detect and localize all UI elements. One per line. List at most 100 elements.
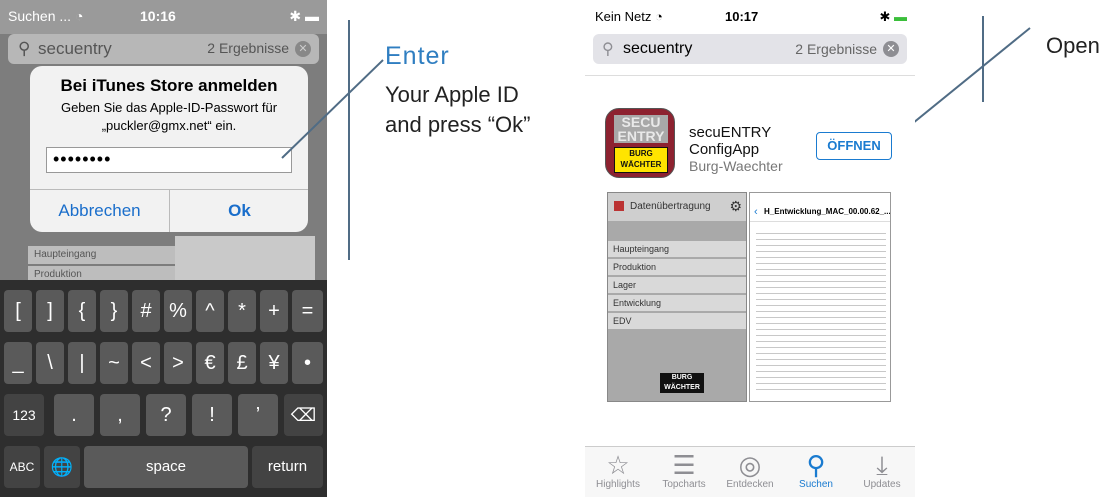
key[interactable]: [ (4, 290, 32, 332)
carrier-label: Kein Netz ◔ (595, 9, 663, 24)
clock: 10:17 (725, 9, 759, 24)
results-count: 2 Ergebnisse (207, 40, 289, 56)
tab-label: Highlights (596, 479, 640, 490)
list-item: EDV (608, 313, 746, 330)
list-item: Haupteingang (608, 241, 746, 258)
key[interactable]: } (100, 290, 128, 332)
key[interactable]: ¥ (260, 342, 288, 384)
key[interactable]: • (292, 342, 323, 384)
search-query: secuentry (38, 39, 112, 58)
screenshot-title: H_Entwicklung_MAC_00.00.62_... (764, 207, 891, 216)
app-icon-secu-text: SECU ENTRY (614, 115, 668, 143)
key[interactable]: * (228, 290, 256, 332)
app-screenshot[interactable]: Datenübertragung ⚙ Haupteingang Produkti… (607, 192, 747, 402)
key[interactable]: ! (192, 394, 232, 436)
clear-icon[interactable]: ✕ (883, 41, 899, 57)
key[interactable]: _ (4, 342, 32, 384)
return-key[interactable]: return (252, 446, 323, 488)
screenshot-header: Datenübertragung ⚙ (608, 193, 746, 221)
battery-icon: ✱ ▬ (289, 8, 319, 24)
space-key[interactable]: space (84, 446, 248, 488)
list-item: Entwicklung (608, 295, 746, 312)
burg-waechter-logo: BURG WÄCHTER (614, 147, 668, 173)
tab-updates[interactable]: ⤓ Updates (849, 449, 915, 490)
app-developer: Burg-Waechter (689, 158, 783, 174)
password-field[interactable]: •••••••• (46, 147, 292, 173)
key[interactable]: { (68, 290, 96, 332)
battery-icon: ✱ ▬ (879, 9, 907, 24)
key[interactable]: % (164, 290, 192, 332)
key[interactable]: ? (146, 394, 186, 436)
wifi-icon: ◔ (655, 9, 663, 24)
list-icon: ☰ (672, 450, 696, 480)
tab-label: Suchen (799, 479, 833, 490)
list-item: Lager (608, 277, 746, 294)
status-bar: Kein Netz ◔ 10:17 ✱ ▬ (585, 0, 915, 30)
key[interactable]: = (292, 290, 323, 332)
app-screenshot[interactable]: ‹ H_Entwicklung_MAC_00.00.62_... (749, 192, 891, 402)
clock: 10:16 (140, 8, 176, 24)
key[interactable]: ^ (196, 290, 224, 332)
search-icon: ⚲ (806, 450, 826, 480)
list-item: Produktion (608, 259, 746, 276)
search-bar[interactable]: ⚲ secuentry 2 Ergebnisse ✕ (593, 34, 907, 64)
compass-icon: ◎ (738, 450, 762, 480)
tab-suchen[interactable]: ⚲ Suchen (783, 449, 849, 490)
tab-entdecken[interactable]: ◎ Entdecken (717, 449, 783, 490)
list-item: Haupteingang (28, 246, 184, 264)
dialog-message: Geben Sie das Apple-ID-Passwort für „puc… (60, 100, 278, 133)
key[interactable]: | (68, 342, 96, 384)
backspace-icon[interactable]: ⌫ (284, 394, 323, 436)
dialog-title: Bei iTunes Store anmelden (60, 76, 278, 95)
key[interactable]: € (196, 342, 224, 384)
results-count: 2 Ergebnisse (795, 41, 877, 57)
back-chevron-icon: ‹ (754, 206, 758, 218)
annotation-title: Enter (385, 42, 450, 70)
key[interactable]: + (260, 290, 288, 332)
abc-key[interactable]: ABC (4, 446, 40, 488)
ok-button[interactable]: Ok (170, 190, 308, 232)
search-icon: ⚲ (18, 39, 31, 58)
open-button[interactable]: ÖFFNEN (816, 132, 892, 160)
numbers-key[interactable]: 123 (4, 394, 44, 436)
annotation-body: Your Apple ID and press “Ok” (385, 82, 531, 137)
key[interactable]: \ (36, 342, 64, 384)
tab-label: Topcharts (662, 479, 706, 490)
screenshot-header: ‹ H_Entwicklung_MAC_00.00.62_... (750, 193, 891, 222)
clear-icon[interactable]: ✕ (295, 41, 311, 57)
app-icon[interactable]: SECU ENTRY BURG WÄCHTER (605, 108, 675, 178)
key[interactable]: . (54, 394, 94, 436)
download-icon: ⤓ (876, 450, 888, 480)
tab-highlights[interactable]: ☆ Highlights (585, 449, 651, 490)
search-icon: ⚲ (602, 41, 614, 58)
tab-topcharts[interactable]: ☰ Topcharts (651, 449, 717, 490)
tab-label: Updates (863, 479, 901, 490)
key[interactable]: # (132, 290, 160, 332)
tab-label: Entdecken (726, 479, 774, 490)
right-phone-screen: Kein Netz ◔ 10:17 ✱ ▬ ⚲ secuentry 2 Erge… (585, 0, 915, 497)
key[interactable]: ’ (238, 394, 278, 436)
app-name-line: ConfigApp (689, 141, 760, 158)
star-icon: ☆ (606, 450, 630, 480)
divider (585, 75, 915, 76)
key[interactable]: < (132, 342, 160, 384)
key[interactable]: £ (228, 342, 256, 384)
gear-icon: ⚙ (729, 198, 742, 214)
login-dialog: Bei iTunes Store anmelden Geben Sie das … (30, 66, 308, 232)
burg-waechter-logo: BURG WÄCHTER (660, 373, 704, 393)
wifi-icon: ◔ (74, 8, 84, 24)
keyboard: [ ] { } # % ^ * + = _ \ | ~ < > € £ ¥ • … (0, 280, 327, 497)
app-name-line: secuENTRY (689, 124, 772, 141)
app-name[interactable]: secuENTRY ConfigApp (689, 124, 771, 158)
tab-bar: ☆ Highlights ☰ Topcharts ◎ Entdecken ⚲ S… (585, 446, 915, 497)
key[interactable]: , (100, 394, 140, 436)
key[interactable]: ] (36, 290, 64, 332)
globe-icon[interactable]: 🌐 (44, 446, 80, 488)
key[interactable]: > (164, 342, 192, 384)
cancel-button[interactable]: Abbrechen (30, 190, 169, 232)
key[interactable]: ~ (100, 342, 128, 384)
left-phone-screen: Suchen ... ◔ 10:16 ✱ ▬ ⚲ secuentry 2 Erg… (0, 0, 327, 497)
status-bar: Suchen ... ◔ 10:16 ✱ ▬ (0, 0, 327, 34)
search-bar[interactable]: ⚲ secuentry 2 Ergebnisse ✕ (8, 34, 319, 64)
search-query: secuentry (623, 40, 693, 57)
